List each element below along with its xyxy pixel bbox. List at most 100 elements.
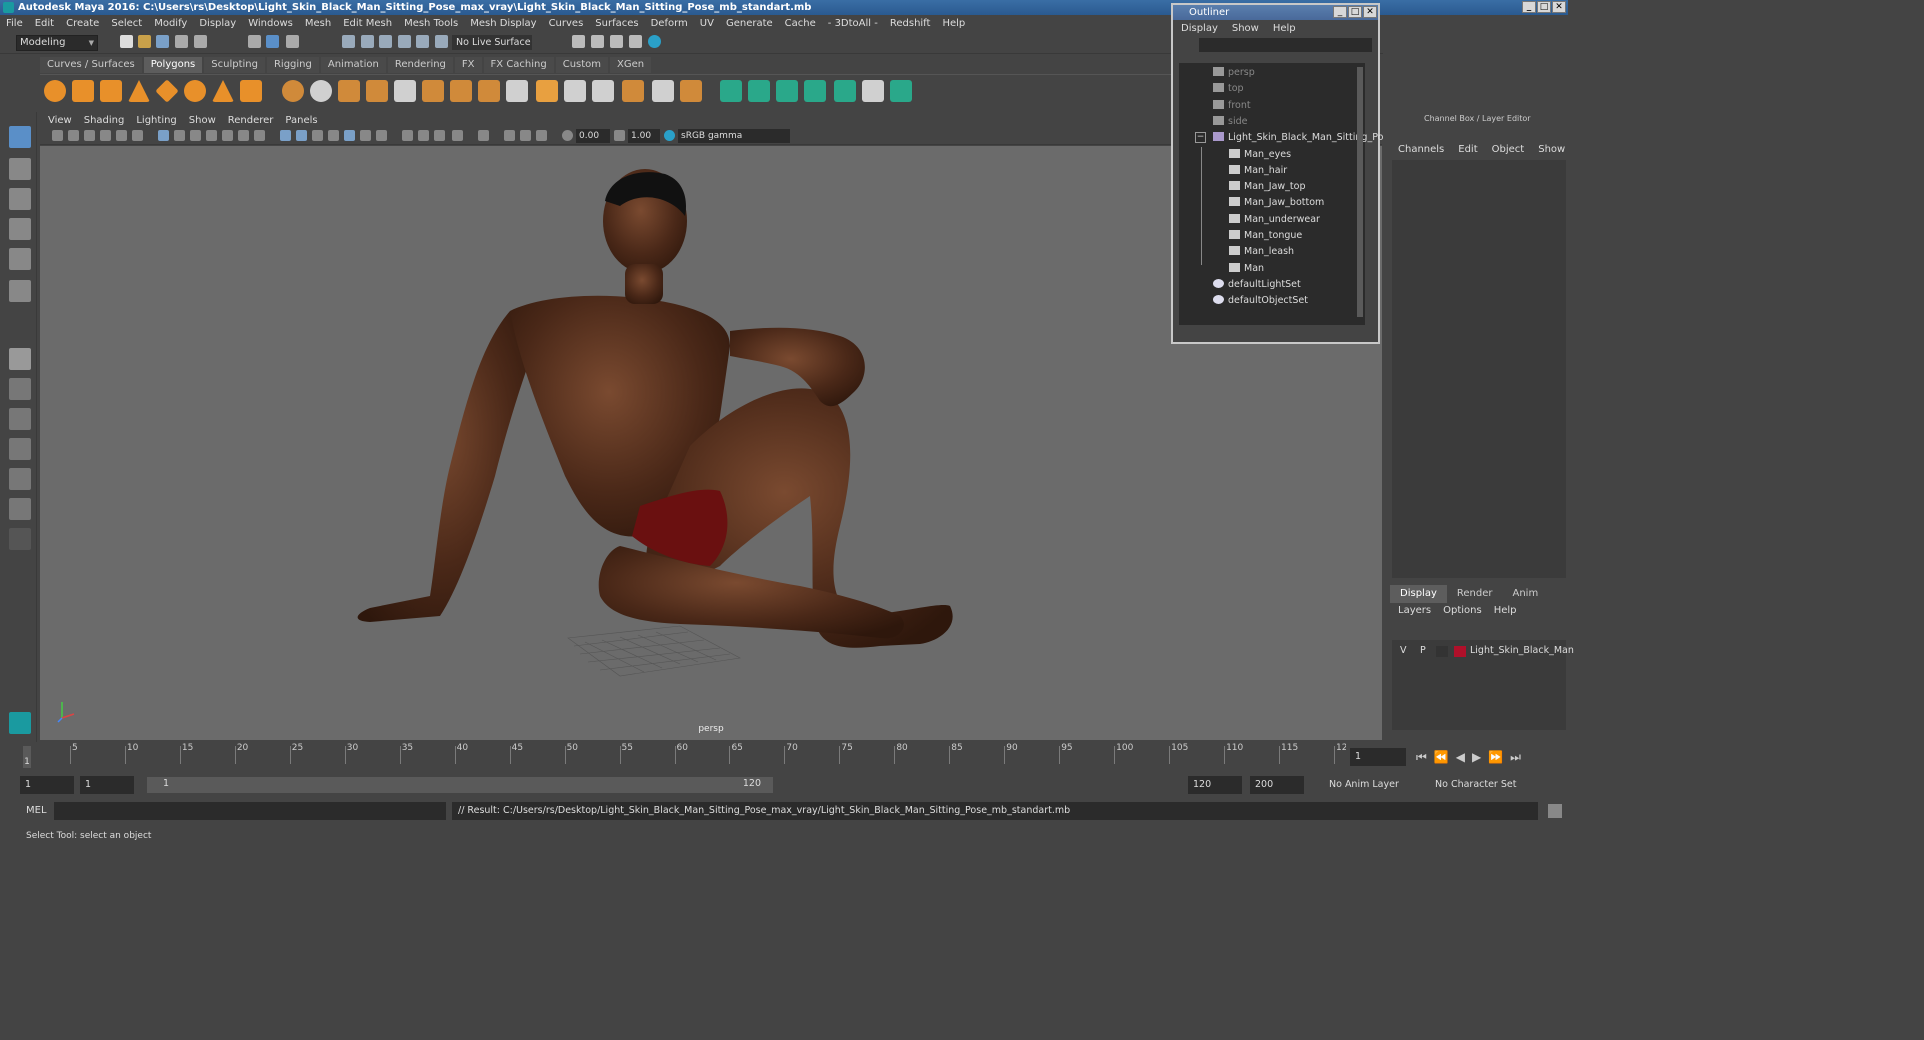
outliner-item[interactable]: side bbox=[1213, 114, 1247, 130]
menu-mesh-display[interactable]: Mesh Display bbox=[470, 18, 536, 29]
outliner-item[interactable]: Man_Jaw_top bbox=[1229, 179, 1306, 195]
snap-grid-icon[interactable] bbox=[342, 35, 355, 48]
bevel-icon[interactable] bbox=[394, 80, 416, 102]
shelf-tab-animation[interactable]: Animation bbox=[320, 57, 386, 73]
wireframe-on-shaded-icon[interactable] bbox=[312, 130, 323, 141]
script-language-label[interactable]: MEL bbox=[26, 805, 47, 816]
layers-menu[interactable]: Layers bbox=[1398, 605, 1431, 616]
tab-render[interactable]: Render bbox=[1447, 585, 1503, 603]
exposure-icon[interactable] bbox=[562, 130, 573, 141]
bookmark-icon[interactable] bbox=[84, 130, 95, 141]
shelf-tab-rendering[interactable]: Rendering bbox=[387, 57, 453, 73]
select-tool-icon[interactable] bbox=[9, 126, 31, 148]
shelf-tab-polygons[interactable]: Polygons bbox=[143, 57, 203, 73]
outliner-show-menu[interactable]: Show bbox=[1232, 23, 1259, 34]
outliner-item[interactable]: Man_Jaw_bottom bbox=[1229, 195, 1324, 211]
playback-start-field[interactable]: 1 bbox=[80, 776, 134, 794]
menu-uv[interactable]: UV bbox=[700, 18, 714, 29]
move-tool-icon[interactable] bbox=[9, 218, 31, 240]
collapse-icon[interactable] bbox=[622, 80, 644, 102]
outliner-item[interactable]: defaultLightSet bbox=[1213, 277, 1301, 293]
anim-layer-dropdown[interactable]: No Anim Layer bbox=[1324, 776, 1420, 794]
shadows-icon[interactable] bbox=[360, 130, 371, 141]
outliner-search-field[interactable] bbox=[1199, 38, 1372, 52]
bridge-icon[interactable] bbox=[450, 80, 472, 102]
playback-buttons[interactable]: ⏮⏪◀▶⏩⏭ bbox=[1416, 750, 1528, 765]
outliner-item[interactable]: defaultObjectSet bbox=[1213, 293, 1308, 309]
layer-playback-toggle[interactable]: P bbox=[1420, 643, 1426, 659]
channels-menu[interactable]: Channels bbox=[1398, 144, 1444, 155]
rotate-tool-icon[interactable] bbox=[9, 248, 31, 270]
uv-editor-icon[interactable] bbox=[834, 80, 856, 102]
outliner-close-button[interactable]: ✕ bbox=[1363, 6, 1377, 18]
color-management-icon[interactable] bbox=[664, 130, 675, 141]
multi-cut-icon[interactable] bbox=[506, 80, 528, 102]
outliner-item[interactable]: Man_leash bbox=[1229, 244, 1294, 260]
menu-mesh-tools[interactable]: Mesh Tools bbox=[404, 18, 458, 29]
more-layouts-icon[interactable] bbox=[9, 528, 31, 550]
redo-icon[interactable] bbox=[194, 35, 207, 48]
film-gate-icon[interactable] bbox=[174, 130, 185, 141]
fill-hole-icon[interactable] bbox=[652, 80, 674, 102]
textured-icon[interactable] bbox=[328, 130, 339, 141]
gamma-field[interactable]: 1.00 bbox=[628, 129, 660, 143]
object-menu[interactable]: Object bbox=[1492, 144, 1525, 155]
help-menu[interactable]: Help bbox=[1494, 605, 1517, 616]
extrude-icon[interactable] bbox=[422, 80, 444, 102]
close-button[interactable]: ✕ bbox=[1552, 1, 1566, 13]
field-chart-icon[interactable] bbox=[222, 130, 233, 141]
append-polygon-icon[interactable] bbox=[478, 80, 500, 102]
menu-cache[interactable]: Cache bbox=[785, 18, 816, 29]
isolate-select-icon[interactable] bbox=[452, 130, 463, 141]
select-camera-icon[interactable] bbox=[52, 130, 63, 141]
render-view-icon[interactable] bbox=[648, 35, 661, 48]
combine-icon[interactable] bbox=[282, 80, 304, 102]
minimize-button[interactable]: _ bbox=[1522, 1, 1536, 13]
persp-outliner-layout-icon[interactable] bbox=[9, 438, 31, 460]
shelf-tab-curves-surfaces[interactable]: Curves / Surfaces bbox=[40, 57, 142, 73]
panel-menu-show[interactable]: Show bbox=[189, 115, 216, 126]
outliner-item[interactable]: Man_eyes bbox=[1229, 147, 1291, 163]
hypershade-layout-icon[interactable] bbox=[9, 498, 31, 520]
animation-start-field[interactable]: 1 bbox=[20, 776, 74, 794]
make-live-icon[interactable] bbox=[435, 35, 448, 48]
outliner-item[interactable]: top bbox=[1213, 81, 1244, 97]
menu-edit-mesh[interactable]: Edit Mesh bbox=[343, 18, 392, 29]
menu-redshift[interactable]: Redshift bbox=[890, 18, 931, 29]
menu-edit[interactable]: Edit bbox=[35, 18, 54, 29]
poly-cube-icon[interactable] bbox=[72, 80, 94, 102]
command-input[interactable] bbox=[54, 802, 446, 820]
depth-of-field-icon[interactable] bbox=[434, 130, 445, 141]
script-editor-icon[interactable] bbox=[1548, 804, 1562, 818]
shelf-tab-fx-caching[interactable]: FX Caching bbox=[483, 57, 554, 73]
range-bar[interactable]: 1 120 bbox=[147, 777, 773, 793]
insert-edge-loop-icon[interactable] bbox=[536, 80, 558, 102]
panel-menu-shading[interactable]: Shading bbox=[84, 115, 125, 126]
menu-create[interactable]: Create bbox=[66, 18, 99, 29]
grease-pencil-icon[interactable] bbox=[132, 130, 143, 141]
outliner-item[interactable]: Man_tongue bbox=[1229, 228, 1302, 244]
save-scene-icon[interactable] bbox=[156, 35, 169, 48]
poly-torus-icon[interactable] bbox=[184, 80, 206, 102]
outliner-item[interactable]: Man_hair bbox=[1229, 163, 1287, 179]
select-object-icon[interactable] bbox=[266, 35, 279, 48]
mirror-icon[interactable] bbox=[366, 80, 388, 102]
panel-menu-renderer[interactable]: Renderer bbox=[228, 115, 274, 126]
grid-icon[interactable] bbox=[158, 130, 169, 141]
menu-file[interactable]: File bbox=[6, 18, 23, 29]
options-menu[interactable]: Options bbox=[1443, 605, 1482, 616]
outliner-item[interactable]: persp bbox=[1213, 65, 1255, 81]
snap-curve-icon[interactable] bbox=[361, 35, 374, 48]
panel-menu-lighting[interactable]: Lighting bbox=[136, 115, 176, 126]
safe-title-icon[interactable] bbox=[254, 130, 265, 141]
layer-row[interactable]: V P Light_Skin_Black_Man bbox=[1392, 643, 1574, 659]
render-settings-icon[interactable] bbox=[610, 35, 623, 48]
spherical-uv-icon[interactable] bbox=[776, 80, 798, 102]
anti-aliasing-icon[interactable] bbox=[418, 130, 429, 141]
panel-menu-panels[interactable]: Panels bbox=[285, 115, 317, 126]
show-menu[interactable]: Show bbox=[1538, 144, 1565, 155]
time-slider[interactable]: 5 10 15 20 25 30 35 40 45 50 55 60 65 70 75 80 85 90 95 100… bbox=[4, 742, 1353, 772]
image-plane-icon[interactable] bbox=[100, 130, 111, 141]
animation-end-field[interactable]: 200 bbox=[1250, 776, 1304, 794]
tab-display[interactable]: Display bbox=[1390, 585, 1447, 603]
